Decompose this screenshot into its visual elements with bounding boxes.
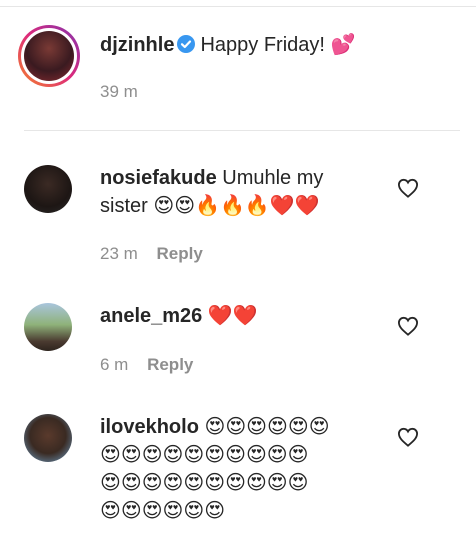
comment-timestamp: 23 m	[100, 244, 138, 263]
comment-emojis: ❤️❤️	[207, 303, 258, 327]
comment-username[interactable]: anele_m26	[100, 305, 202, 327]
commenter-avatar[interactable]	[24, 165, 72, 213]
comment-text-cont: sister	[100, 195, 148, 217]
top-divider	[0, 6, 476, 7]
comment-emojis: 😍😍🔥🔥🔥❤️❤️	[153, 193, 320, 217]
like-heart-icon[interactable]	[397, 316, 419, 336]
caption-divider	[24, 130, 460, 131]
commenter-avatar[interactable]	[24, 303, 72, 351]
comment-emojis-cont: 😍😍😍😍😍😍	[100, 498, 226, 522]
comment-emojis-cont: 😍😍😍😍😍😍😍😍😍😍	[100, 470, 309, 494]
post-caption-text: Happy Friday!	[200, 34, 325, 56]
reply-button[interactable]: Reply	[157, 244, 203, 263]
reply-button[interactable]: Reply	[147, 355, 193, 374]
two-hearts-emoji: 💕	[330, 32, 356, 56]
comment-username[interactable]: ilovekholo	[100, 416, 199, 438]
comment-timestamp: 6 m	[100, 355, 129, 374]
commenter-avatar[interactable]	[24, 414, 72, 462]
post-author-username[interactable]: djzinhle	[100, 34, 174, 56]
like-heart-icon[interactable]	[397, 427, 419, 447]
post-author-avatar[interactable]	[18, 25, 80, 87]
post-timestamp: 39 m	[100, 82, 138, 101]
comment-emojis: 😍😍😍😍😍😍	[204, 414, 330, 438]
comment-emojis-cont: 😍😍😍😍😍😍😍😍😍😍	[100, 442, 309, 466]
verified-badge-icon	[176, 34, 196, 62]
comment-text: Umuhle my	[222, 167, 324, 189]
comment-username[interactable]: nosiefakude	[100, 167, 217, 189]
like-heart-icon[interactable]	[397, 178, 419, 198]
